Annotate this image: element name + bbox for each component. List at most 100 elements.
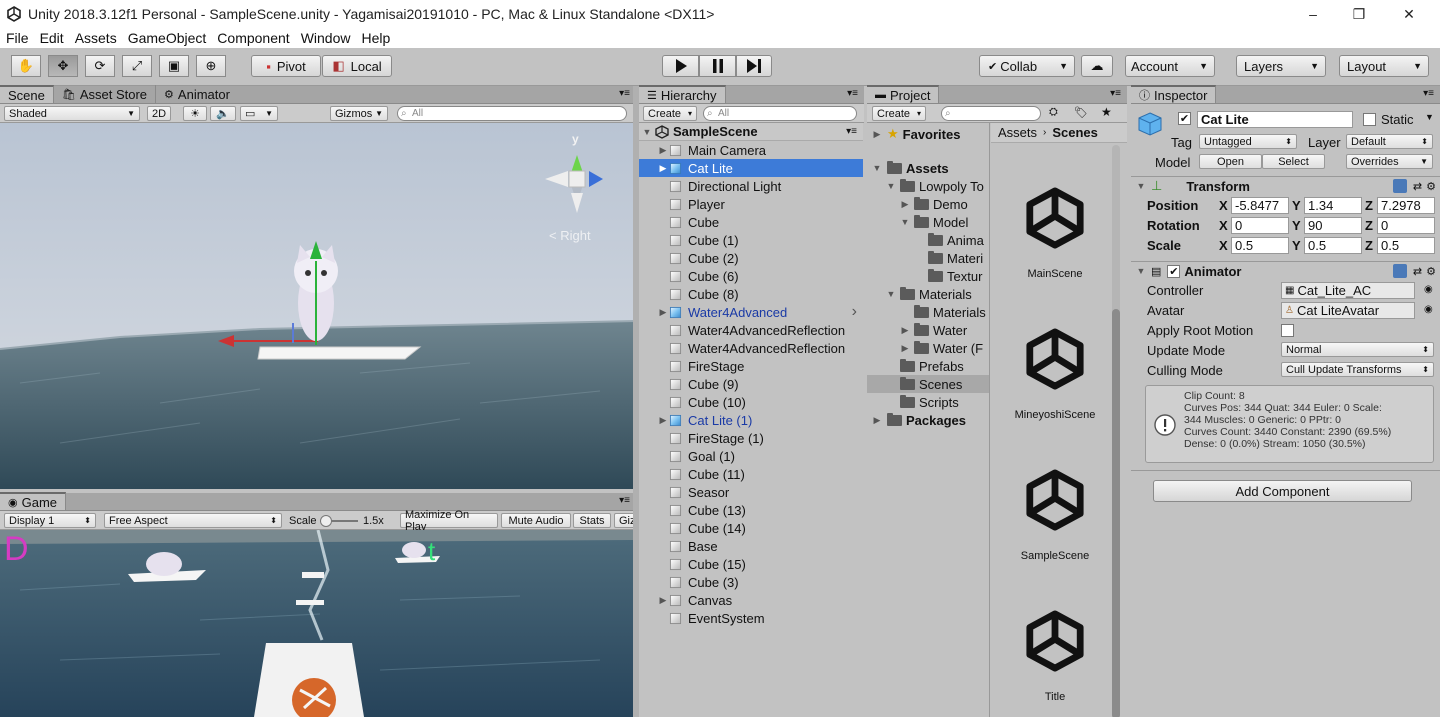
position-y-axis-label[interactable]: Y bbox=[1292, 198, 1301, 213]
help-book-icon[interactable] bbox=[1392, 179, 1407, 193]
component-settings-icon[interactable]: ⚙ bbox=[1426, 180, 1436, 193]
menu-gameobject[interactable]: GameObject bbox=[122, 30, 212, 46]
folder-arrow-icon[interactable]: ▶ bbox=[899, 325, 911, 336]
add-component-button[interactable]: Add Component bbox=[1153, 480, 1412, 502]
hierarchy-item[interactable]: Directional Light bbox=[639, 177, 863, 195]
minimize-button[interactable]: – bbox=[1290, 0, 1336, 28]
expand-arrow-icon[interactable]: ▶ bbox=[657, 163, 669, 174]
2d-toggle[interactable]: 2D bbox=[147, 106, 171, 121]
hierarchy-item[interactable]: Cube (10) bbox=[639, 393, 863, 411]
hierarchy-item[interactable]: Water4AdvancedReflection bbox=[639, 339, 863, 357]
expand-arrow-icon[interactable]: ▶ bbox=[657, 595, 669, 606]
scale-z-field[interactable]: 0.5 bbox=[1377, 237, 1435, 254]
hand-tool-button[interactable]: ✋ bbox=[11, 55, 41, 77]
hierarchy-item[interactable]: Cube (6) bbox=[639, 267, 863, 285]
assets-scrollbar-thumb[interactable] bbox=[1112, 309, 1120, 717]
project-folder-row[interactable]: Anima bbox=[867, 231, 989, 249]
transform-header[interactable]: ▼ ⊥ Transform ⇄ ⚙ bbox=[1131, 176, 1440, 195]
hierarchy-create-dropdown[interactable]: Create ▾ bbox=[643, 106, 697, 121]
animator-preset-icon[interactable]: ⇄ bbox=[1413, 265, 1422, 278]
stats-toggle[interactable]: Stats bbox=[573, 513, 611, 528]
assets-scrollbar[interactable] bbox=[1112, 145, 1120, 717]
scale-x-field[interactable]: 0.5 bbox=[1231, 237, 1289, 254]
menu-assets[interactable]: Assets bbox=[69, 30, 122, 46]
scene-asset[interactable]: MineyoshiScene bbox=[991, 328, 1119, 421]
project-folder-row[interactable]: ▼ Model bbox=[867, 213, 989, 231]
animator-settings-icon[interactable]: ⚙ bbox=[1426, 265, 1436, 278]
project-folder-row[interactable]: Materi bbox=[867, 249, 989, 267]
project-folder-row[interactable]: ▶ Water (F bbox=[867, 339, 989, 357]
model-open-button[interactable]: Open bbox=[1199, 154, 1262, 169]
lighting-toggle[interactable]: ☀ bbox=[183, 106, 207, 121]
hierarchy-item[interactable]: Cube (1) bbox=[639, 231, 863, 249]
pause-button[interactable] bbox=[699, 55, 736, 77]
folder-arrow-icon[interactable]: ▶ bbox=[899, 199, 911, 210]
scene-viewport[interactable]: y < Right bbox=[0, 123, 636, 489]
animator-enabled-checkbox[interactable]: ✔ bbox=[1167, 264, 1181, 278]
hierarchy-menu-icon[interactable]: ▾≡ bbox=[847, 88, 858, 99]
culling-mode-dropdown[interactable]: Cull Update Transforms ⬍ bbox=[1281, 362, 1434, 377]
project-folder-row[interactable]: ▼ Lowpoly To bbox=[867, 177, 989, 195]
scale-y-axis-label[interactable]: Y bbox=[1292, 238, 1301, 253]
position-x-axis-label[interactable]: X bbox=[1219, 198, 1228, 213]
animator-help-icon[interactable] bbox=[1392, 264, 1407, 278]
hierarchy-search-input[interactable]: ⌕ All bbox=[703, 106, 857, 121]
rotation-y-field[interactable]: 90 bbox=[1304, 217, 1362, 234]
hierarchy-item[interactable]: Cube (2) bbox=[639, 249, 863, 267]
static-checkbox[interactable] bbox=[1363, 113, 1376, 126]
tab-animator[interactable]: ⚙ Animator bbox=[156, 85, 238, 103]
tab-hierarchy[interactable]: ☰ Hierarchy bbox=[639, 85, 726, 103]
rect-tool-button[interactable]: ▣ bbox=[159, 55, 189, 77]
object-name-input[interactable]: Cat Lite bbox=[1197, 111, 1353, 128]
project-folder-row[interactable]: Scenes bbox=[867, 375, 989, 393]
hierarchy-item[interactable]: Cube (15) bbox=[639, 555, 863, 573]
tab-game[interactable]: ◉ Game bbox=[0, 492, 67, 510]
hierarchy-item[interactable]: EventSystem bbox=[639, 609, 863, 627]
model-select-button[interactable]: Select bbox=[1262, 154, 1325, 169]
position-y-field[interactable]: 1.34 bbox=[1304, 197, 1362, 214]
hierarchy-item[interactable]: Water4AdvancedReflection bbox=[639, 321, 863, 339]
project-folder-row[interactable]: ▼ Materials bbox=[867, 285, 989, 303]
filter-by-type-icon[interactable]: ⛭ bbox=[1049, 106, 1058, 119]
hierarchy-item[interactable]: Cube (13) bbox=[639, 501, 863, 519]
project-folder-row[interactable]: Prefabs bbox=[867, 357, 989, 375]
scene-asset[interactable]: MainScene bbox=[991, 187, 1119, 280]
hierarchy-item[interactable]: Cube (3) bbox=[639, 573, 863, 591]
hierarchy-item[interactable]: Goal (1) bbox=[639, 447, 863, 465]
prefab-open-chevron-icon[interactable]: › bbox=[852, 303, 857, 321]
hierarchy-item[interactable]: ▶ Canvas bbox=[639, 591, 863, 609]
tab-inspector[interactable]: ⓘ Inspector bbox=[1131, 85, 1217, 103]
project-folder-row[interactable]: Materials bbox=[867, 303, 989, 321]
hierarchy-item[interactable]: Seasor bbox=[639, 483, 863, 501]
menu-help[interactable]: Help bbox=[355, 30, 395, 46]
hierarchy-item[interactable]: Player bbox=[639, 195, 863, 213]
filter-by-label-icon[interactable]: 🏷 bbox=[1074, 106, 1088, 119]
panel-menu-icon[interactable]: ▾≡ bbox=[619, 88, 630, 99]
rotate-tool-button[interactable]: ⟳ bbox=[85, 55, 115, 77]
avatar-picker-icon[interactable]: ◉ bbox=[1424, 304, 1433, 315]
layer-dropdown[interactable]: Default ⬍ bbox=[1346, 134, 1433, 149]
menu-edit[interactable]: Edit bbox=[34, 30, 69, 46]
account-dropdown[interactable]: Account ▼ bbox=[1125, 55, 1215, 77]
transform-tool-button[interactable]: ⊕ bbox=[196, 55, 226, 77]
rotation-z-axis-label[interactable]: Z bbox=[1365, 218, 1373, 233]
shading-mode-dropdown[interactable]: Shaded ▼ bbox=[4, 106, 140, 121]
tab-scene[interactable]: Scene bbox=[0, 85, 54, 103]
apply-root-motion-checkbox[interactable] bbox=[1281, 324, 1294, 337]
pivot-toggle[interactable]: ▪ Pivot bbox=[251, 55, 321, 77]
rotation-x-field[interactable]: 0 bbox=[1231, 217, 1289, 234]
project-menu-icon[interactable]: ▾≡ bbox=[1110, 88, 1121, 99]
hierarchy-item[interactable]: FireStage bbox=[639, 357, 863, 375]
position-x-field[interactable]: -5.8477 bbox=[1231, 197, 1289, 214]
hierarchy-item[interactable]: Cube bbox=[639, 213, 863, 231]
expand-arrow-icon[interactable]: ▶ bbox=[657, 145, 669, 156]
scene-menu-icon[interactable]: ▾≡ bbox=[846, 126, 857, 137]
menu-file[interactable]: File bbox=[0, 30, 34, 46]
aspect-dropdown[interactable]: Free Aspect ⬍ bbox=[104, 513, 282, 528]
breadcrumb-scenes[interactable]: Scenes bbox=[1052, 125, 1098, 140]
game-viewport[interactable]: D t bbox=[0, 530, 633, 717]
overrides-dropdown[interactable]: Overrides ▼ bbox=[1346, 154, 1433, 169]
display-dropdown[interactable]: Display 1 ⬍ bbox=[4, 513, 96, 528]
hierarchy-item[interactable]: FireStage (1) bbox=[639, 429, 863, 447]
controller-field[interactable]: ▦ Cat_Lite_AC bbox=[1281, 282, 1415, 299]
